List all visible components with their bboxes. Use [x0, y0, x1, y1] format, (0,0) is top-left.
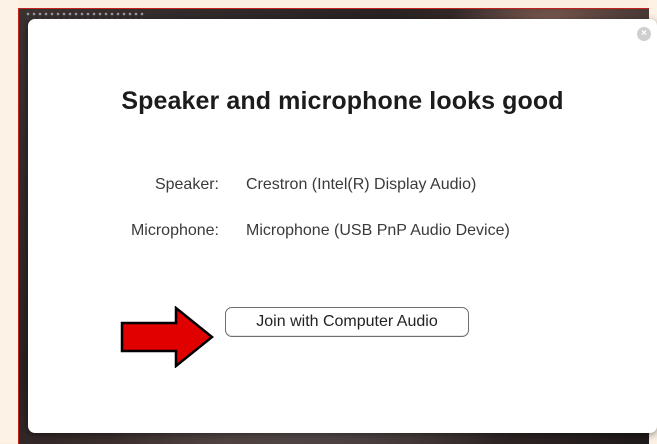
red-arrow-icon [120, 306, 214, 368]
microphone-value: Microphone (USB PnP Audio Device) [246, 222, 510, 239]
audio-check-dialog: × Speaker and microphone looks good Spea… [28, 19, 657, 433]
microphone-label: Microphone: [130, 222, 219, 239]
video-overlay-dots [25, 11, 145, 19]
page-background [0, 0, 18, 443]
red-arrow-shape [120, 306, 214, 368]
speaker-value: Crestron (Intel(R) Display Audio) [246, 176, 477, 193]
join-computer-audio-button[interactable]: Join with Computer Audio [225, 307, 469, 337]
dialog-title: Speaker and microphone looks good [121, 87, 564, 115]
speaker-label: Speaker: [154, 176, 219, 193]
close-icon[interactable]: × [637, 27, 651, 41]
